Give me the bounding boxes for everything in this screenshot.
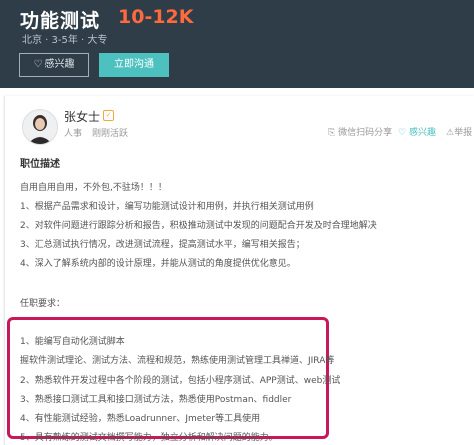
warning-icon: ⚠ <box>446 128 455 138</box>
avatar-image <box>23 110 57 144</box>
interest-label: 感兴趣 <box>408 128 436 138</box>
verified-badge-icon: ✓ <box>103 110 114 121</box>
avatar[interactable] <box>22 109 58 145</box>
heart-icon: ♡ <box>398 128 407 138</box>
requirement-line: 握软件测试理论、测试方法、流程和规范，熟练使用测试管理工具禅道、JIRA等 <box>20 356 335 366</box>
requirements-title: 任职要求： <box>20 299 66 309</box>
contact-now-button[interactable]: 立即沟通 <box>99 53 169 77</box>
requirement-line: 2、熟悉软件开发过程中各个阶段的测试，包括小程序测试、APP测试、web测试 <box>20 376 341 386</box>
report-button[interactable]: ⚠举报 <box>446 125 472 138</box>
share-icon: ⎘ <box>328 128 336 138</box>
job-meta: 北京 · 3-5年 · 大专 <box>22 35 108 46</box>
requirement-line: 5、具有熟练的测试文档撰写能力，独立分析和解决问题的能力。 <box>20 433 278 443</box>
recruiter-status: 刚刚活跃 <box>92 129 129 139</box>
interest-button[interactable]: ♡ 感兴趣 <box>19 53 89 77</box>
description-line: 1、根据产品需求和设计，编写功能测试设计和用例，并执行相关测试用例 <box>20 202 314 212</box>
recruiter-role: 人事 <box>64 129 83 139</box>
description-line: 2、对软件问题进行跟踪分析和报告，积极推动测试中发现的问题配合开发及时合理地解决 <box>20 221 377 231</box>
description-line: 自用自用自用，不外包,不驻场！！！ <box>20 183 167 193</box>
heart-icon: ♡ <box>33 59 43 70</box>
share-label: 微信扫码分享 <box>338 128 393 138</box>
job-salary: 10-12K <box>118 6 194 28</box>
interest-button-label: 感兴趣 <box>44 59 75 70</box>
description-title: 职位描述 <box>20 159 60 170</box>
requirement-line: 1、能编写自动化测试脚本 <box>20 337 125 347</box>
requirement-line: 4、有性能测试经验，熟悉Loadrunner、Jmeter等工具使用 <box>20 414 261 424</box>
job-title: 功能测试 <box>20 10 101 32</box>
recruiter-subtitle: 人事 刚刚活跃 <box>64 126 138 139</box>
recruiter-name: 张女士 <box>64 110 101 124</box>
job-header: 功能测试 10-12K 北京 · 3-5年 · 大专 ♡ 感兴趣 立即沟通 <box>0 0 474 88</box>
share-wechat-button[interactable]: ⎘ 微信扫码分享 <box>328 125 392 138</box>
description-line: 4、深入了解系统内部的设计原理，并能从测试的角度提供优化意见。 <box>20 259 296 269</box>
interest-toggle[interactable]: ♡ 感兴趣 <box>398 125 436 138</box>
requirement-line: 3、熟悉接口测试工具和接口测试方法，熟悉使用Postman、fiddler <box>20 395 292 405</box>
description-line: 3、汇总测试执行情况，改进测试流程，提高测试水平，编写相关报告； <box>20 240 305 250</box>
report-label: 举报 <box>454 128 473 138</box>
